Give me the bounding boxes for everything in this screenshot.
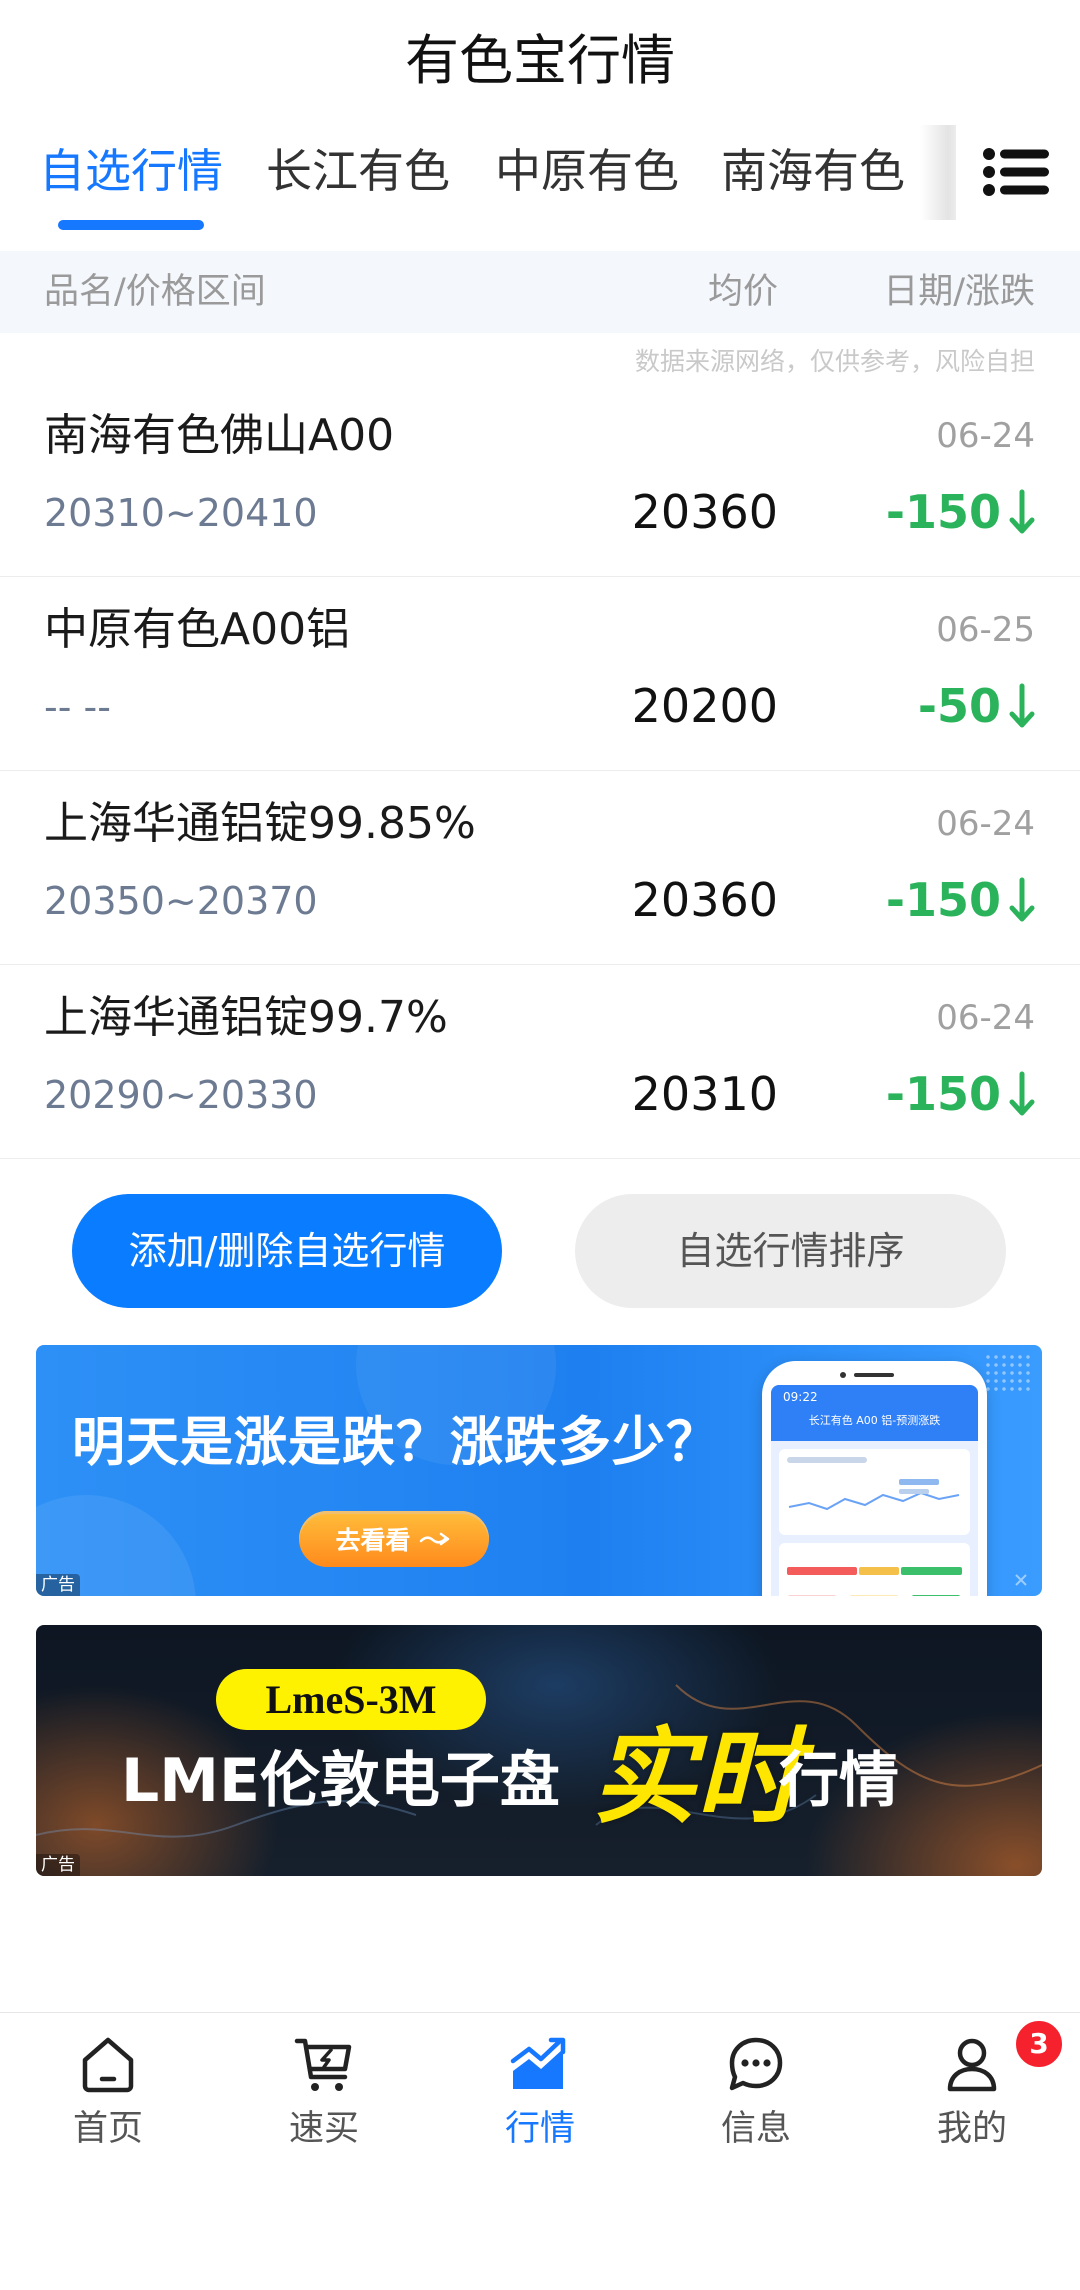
data-disclaimer: 数据来源网络，仅供参考，风险自担 [634,347,1035,376]
quote-change-value: -50 [917,679,1001,733]
quote-row[interactable]: 上海华通铝锭99.7% 20290~20330 06-24 20310 -150 [0,965,1080,1159]
phone-speaker [854,1373,894,1377]
decor-dots [984,1353,1034,1393]
ad-headline-highlight: 实时 [592,1716,801,1838]
quote-change: -50 [918,677,1035,735]
quote-change-value: -150 [885,1067,1001,1121]
quote-change: -150 [886,1065,1035,1123]
forecast-ad-banner[interactable]: 明天是涨是跌？涨跌多少？ 去看看 09:22 长江有色 A00 铝-预测涨跌 广… [36,1345,1042,1596]
nav-item-quick-buy[interactable]: 速买 [216,2013,432,2203]
nav-label: 我的 [936,2109,1007,2149]
quote-range: -- -- [44,685,111,729]
edit-watchlist-button[interactable]: 添加/删除自选行情 [72,1194,502,1308]
ad-cta-button[interactable]: 去看看 [299,1511,489,1567]
nav-label: 首页 [72,2109,143,2149]
nav-label: 速买 [288,2109,359,2149]
quote-name: 中原有色A00铝 [44,604,351,655]
tab-watchlist[interactable]: 自选行情 [39,143,223,199]
quote-name: 上海华通铝锭99.7% [44,992,448,1043]
nav-item-market[interactable]: 行情 [432,2013,648,2203]
arrow-right-icon [419,1532,449,1546]
phone-chart-card [779,1449,970,1535]
header-date-change: 日期/涨跌 [883,272,1035,312]
quote-date: 06-24 [936,998,1035,1038]
ad-label: 广告 [36,1854,80,1876]
quote-date: 06-25 [936,610,1035,650]
ad-headline: 明天是涨是跌？涨跌多少？ [72,1412,720,1473]
notification-badge: 3 [1013,2018,1065,2070]
phone-title-bar: 09:22 长江有色 A00 铝-预测涨跌 [771,1385,978,1441]
header-name-range: 品名/价格区间 [44,272,266,312]
ad-headline-suffix: 行情 [779,1746,899,1816]
quote-name: 上海华通铝锭99.85% [44,798,476,849]
quote-name: 南海有色佛山A00 [44,410,395,461]
menu-list-icon[interactable] [983,147,1049,197]
quote-change: -150 [886,871,1035,929]
quote-change-value: -150 [885,873,1001,927]
quote-range: 20290~20330 [44,1073,318,1117]
quote-row[interactable]: 南海有色佛山A00 20310~20410 06-24 20360 -150 [0,383,1080,577]
down-arrow-icon [1009,683,1035,728]
quote-date: 06-24 [936,804,1035,844]
tab-scroll-fade [920,125,960,220]
phone-camera [840,1372,846,1378]
sort-watchlist-button[interactable]: 自选行情排序 [575,1194,1006,1308]
phone-screen: 09:22 长江有色 A00 铝-预测涨跌 [771,1385,978,1596]
page-title: 有色宝行情 [405,29,675,92]
chart-icon [510,2037,566,2089]
nav-label: 信息 [720,2109,791,2149]
quote-avg-price: 20310 [631,1067,778,1121]
home-icon [82,2037,134,2093]
quote-avg-price: 20360 [631,873,778,927]
quote-list: 南海有色佛山A00 20310~20410 06-24 20360 -150 中… [0,383,1080,1159]
down-arrow-icon [1009,877,1035,922]
quote-row[interactable]: 上海华通铝锭99.85% 20350~20370 06-24 20360 -15… [0,771,1080,965]
tab-zhongyuan[interactable]: 中原有色 [495,143,679,199]
quote-avg-price: 20200 [631,679,778,733]
quote-range: 20310~20410 [44,491,318,535]
down-arrow-icon [1009,489,1035,534]
ad-cta-label: 去看看 [335,1526,411,1555]
quote-change: -150 [886,483,1035,541]
quote-date: 06-24 [936,416,1035,456]
phone-vote-card [779,1543,970,1596]
tab-changjiang[interactable]: 长江有色 [266,143,450,199]
nav-item-messages[interactable]: 信息 [648,2013,864,2203]
phone-time: 09:22 [783,1390,818,1404]
nav-label: 行情 [504,2109,575,2149]
quote-avg-price: 20360 [631,485,778,539]
ad-label: 广告 [36,1574,80,1596]
down-arrow-icon [1009,1071,1035,1116]
ad-headline-prefix: LME伦敦电子盘 [121,1746,560,1816]
chat-icon [729,2037,783,2091]
lme-ad-banner[interactable]: LmeS-3M LME伦敦电子盘 实时 行情 广告 [36,1625,1042,1876]
quote-row[interactable]: 中原有色A00铝 -- -- 06-25 20200 -50 [0,577,1080,771]
lme-badge: LmeS-3M [216,1669,486,1730]
nav-item-home[interactable]: 首页 [0,2013,216,2203]
quote-range: 20350~20370 [44,879,318,923]
user-icon [947,2038,997,2092]
cart-icon [294,2038,352,2091]
tab-nanhai[interactable]: 南海有色 [721,143,905,199]
header-avg: 均价 [707,272,778,312]
ad-close-icon[interactable] [1014,1572,1028,1586]
table-header: 品名/价格区间 均价 日期/涨跌 [0,251,1080,333]
active-tab-indicator [58,220,204,230]
phone-title: 长江有色 A00 铝-预测涨跌 [808,1414,941,1427]
quote-change-value: -150 [885,485,1001,539]
bottom-nav: 首页 速买 行情 信息 我的 [0,2012,1080,2203]
phone-mockup: 09:22 长江有色 A00 铝-预测涨跌 [762,1361,987,1596]
